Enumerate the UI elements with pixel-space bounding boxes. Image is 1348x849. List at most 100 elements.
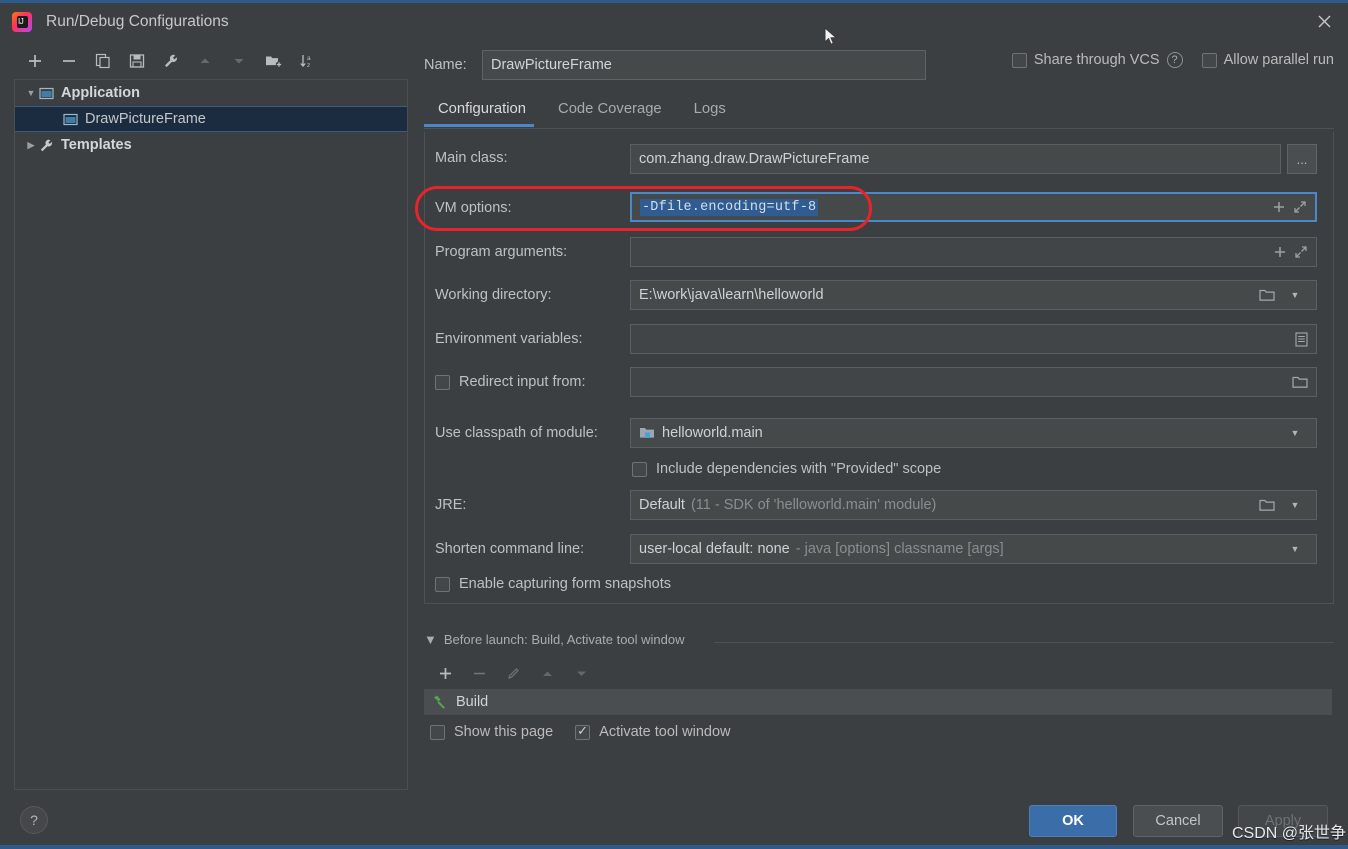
move-task-down-button[interactable] xyxy=(564,660,598,686)
include-provided-label: Include dependencies with "Provided" sco… xyxy=(656,461,941,477)
remove-configuration-button[interactable] xyxy=(52,46,86,76)
pencil-icon[interactable] xyxy=(496,660,530,686)
classpath-module-dropdown[interactable]: helloworld.main ▼ xyxy=(630,418,1317,448)
hammer-icon xyxy=(432,694,448,710)
ok-button[interactable]: OK xyxy=(1029,805,1117,837)
main-class-label: Main class: xyxy=(435,150,508,166)
classpath-module-value: helloworld.main xyxy=(662,425,763,441)
svg-text:a: a xyxy=(307,55,311,62)
expand-collapse-icon[interactable]: ▶ xyxy=(23,140,39,151)
list-icon[interactable] xyxy=(1295,332,1308,347)
chevron-down-icon[interactable]: ▼ xyxy=(1282,419,1308,447)
folder-icon[interactable] xyxy=(1259,498,1275,512)
working-directory-input[interactable]: E:\work\java\learn\helloworld ▼ xyxy=(630,280,1317,310)
window-bottom-accent xyxy=(0,845,1348,849)
shorten-command-line-dropdown[interactable]: user-local default: none - java [options… xyxy=(630,534,1317,564)
shorten-command-line-hint: - java [options] classname [args] xyxy=(796,541,1004,557)
configurations-toolbar: a z xyxy=(14,44,408,78)
window-title: Run/Debug Configurations xyxy=(46,13,229,31)
move-task-up-button[interactable] xyxy=(530,660,564,686)
configuration-tabs: Configuration Code Coverage Logs xyxy=(424,98,1334,130)
activate-tool-window-row: Activate tool window xyxy=(575,724,730,740)
chevron-down-icon[interactable]: ▼ xyxy=(1282,491,1308,519)
move-up-button[interactable] xyxy=(188,46,222,76)
redirect-input-field[interactable] xyxy=(630,367,1317,397)
working-directory-label: Working directory: xyxy=(435,287,552,303)
remove-task-button[interactable] xyxy=(462,660,496,686)
tab-code-coverage[interactable]: Code Coverage xyxy=(544,98,680,127)
jre-hint: (11 - SDK of 'helloworld.main' module) xyxy=(691,497,936,513)
chevron-down-icon[interactable]: ▼ xyxy=(1282,535,1308,563)
expand-collapse-icon[interactable]: ▼ xyxy=(23,88,39,98)
share-through-vcs-checkbox[interactable] xyxy=(1012,53,1027,68)
environment-variables-input[interactable] xyxy=(630,324,1317,354)
name-row: Name: xyxy=(424,50,926,80)
configurations-tree: ▼ Application DrawPictureFrame ▶ xyxy=(14,79,408,790)
copy-configuration-button[interactable] xyxy=(86,46,120,76)
redirect-input-checkbox[interactable] xyxy=(435,375,450,390)
expand-icon[interactable] xyxy=(1293,200,1307,214)
plus-icon[interactable] xyxy=(1273,245,1287,259)
allow-parallel-run-label: Allow parallel run xyxy=(1224,52,1334,68)
form-snapshots-checkbox[interactable] xyxy=(435,577,450,592)
main-class-browse-button[interactable]: ... xyxy=(1287,144,1317,174)
main-class-value: com.zhang.draw.DrawPictureFrame xyxy=(639,151,869,167)
redirect-input-row: Redirect input from: xyxy=(435,374,586,390)
show-this-page-checkbox[interactable] xyxy=(430,725,445,740)
tree-item-label: Application xyxy=(61,85,140,101)
before-launch-options: Show this page Activate tool window xyxy=(430,724,731,740)
vm-options-input[interactable]: -Dfile.encoding=utf-8 xyxy=(630,192,1317,222)
tree-item-label: DrawPictureFrame xyxy=(85,111,206,127)
tab-logs[interactable]: Logs xyxy=(680,98,744,127)
add-task-button[interactable] xyxy=(428,660,462,686)
folder-icon[interactable] xyxy=(1259,288,1275,302)
plus-icon[interactable] xyxy=(1272,200,1286,214)
application-icon xyxy=(63,112,81,127)
intellij-idea-icon: IJ xyxy=(12,12,32,32)
close-icon[interactable] xyxy=(1300,3,1348,40)
save-configuration-button[interactable] xyxy=(120,46,154,76)
add-configuration-button[interactable] xyxy=(18,46,52,76)
tree-item-templates[interactable]: ▶ Templates xyxy=(15,132,407,158)
cancel-button[interactable]: Cancel xyxy=(1133,805,1223,837)
before-launch-toolbar xyxy=(428,660,598,686)
program-arguments-input[interactable] xyxy=(630,237,1317,267)
tree-item-label: Templates xyxy=(61,137,132,153)
chevron-down-icon[interactable]: ▼ xyxy=(1282,281,1308,309)
jre-value: Default xyxy=(639,497,685,513)
before-launch-task-build[interactable]: Build xyxy=(424,689,1332,715)
name-input[interactable] xyxy=(482,50,926,80)
tab-label: Configuration xyxy=(438,101,526,117)
new-folder-button[interactable] xyxy=(256,46,290,76)
working-directory-value: E:\work\java\learn\helloworld xyxy=(639,287,824,303)
redirect-input-label: Redirect input from: xyxy=(459,374,586,390)
before-launch-header[interactable]: ▼ Before launch: Build, Activate tool wi… xyxy=(424,632,685,647)
tab-configuration[interactable]: Configuration xyxy=(424,98,544,127)
title-bar: IJ Run/Debug Configurations xyxy=(0,3,1348,40)
shorten-command-line-label: Shorten command line: xyxy=(435,541,584,557)
expand-icon[interactable] xyxy=(1294,245,1308,259)
help-button[interactable]: ? xyxy=(20,806,48,834)
activate-tool-window-checkbox[interactable] xyxy=(575,725,590,740)
include-provided-checkbox[interactable] xyxy=(632,462,647,477)
ellipsis-icon: ... xyxy=(1297,152,1308,167)
tab-label: Logs xyxy=(694,101,726,117)
allow-parallel-run-checkbox[interactable] xyxy=(1202,53,1217,68)
folder-icon[interactable] xyxy=(1292,375,1308,389)
sort-alphabetically-button[interactable]: a z xyxy=(290,46,324,76)
tree-item-drawpictureframe[interactable]: DrawPictureFrame xyxy=(15,106,407,132)
mouse-cursor xyxy=(824,27,838,47)
application-icon xyxy=(39,86,57,101)
jre-dropdown[interactable]: Default (11 - SDK of 'helloworld.main' m… xyxy=(630,490,1317,520)
move-down-button[interactable] xyxy=(222,46,256,76)
name-label: Name: xyxy=(424,57,482,73)
expand-collapse-icon[interactable]: ▼ xyxy=(424,632,437,647)
help-icon[interactable]: ? xyxy=(1167,52,1183,68)
main-class-input[interactable]: com.zhang.draw.DrawPictureFrame xyxy=(630,144,1281,174)
vcs-options-group: Share through VCS ? Allow parallel run xyxy=(1012,52,1334,68)
watermark: CSDN @张世争 xyxy=(1232,819,1346,843)
vm-options-label: VM options: xyxy=(435,200,512,216)
jre-label: JRE: xyxy=(435,497,466,513)
tree-item-application[interactable]: ▼ Application xyxy=(15,80,407,106)
edit-templates-button[interactable] xyxy=(154,46,188,76)
